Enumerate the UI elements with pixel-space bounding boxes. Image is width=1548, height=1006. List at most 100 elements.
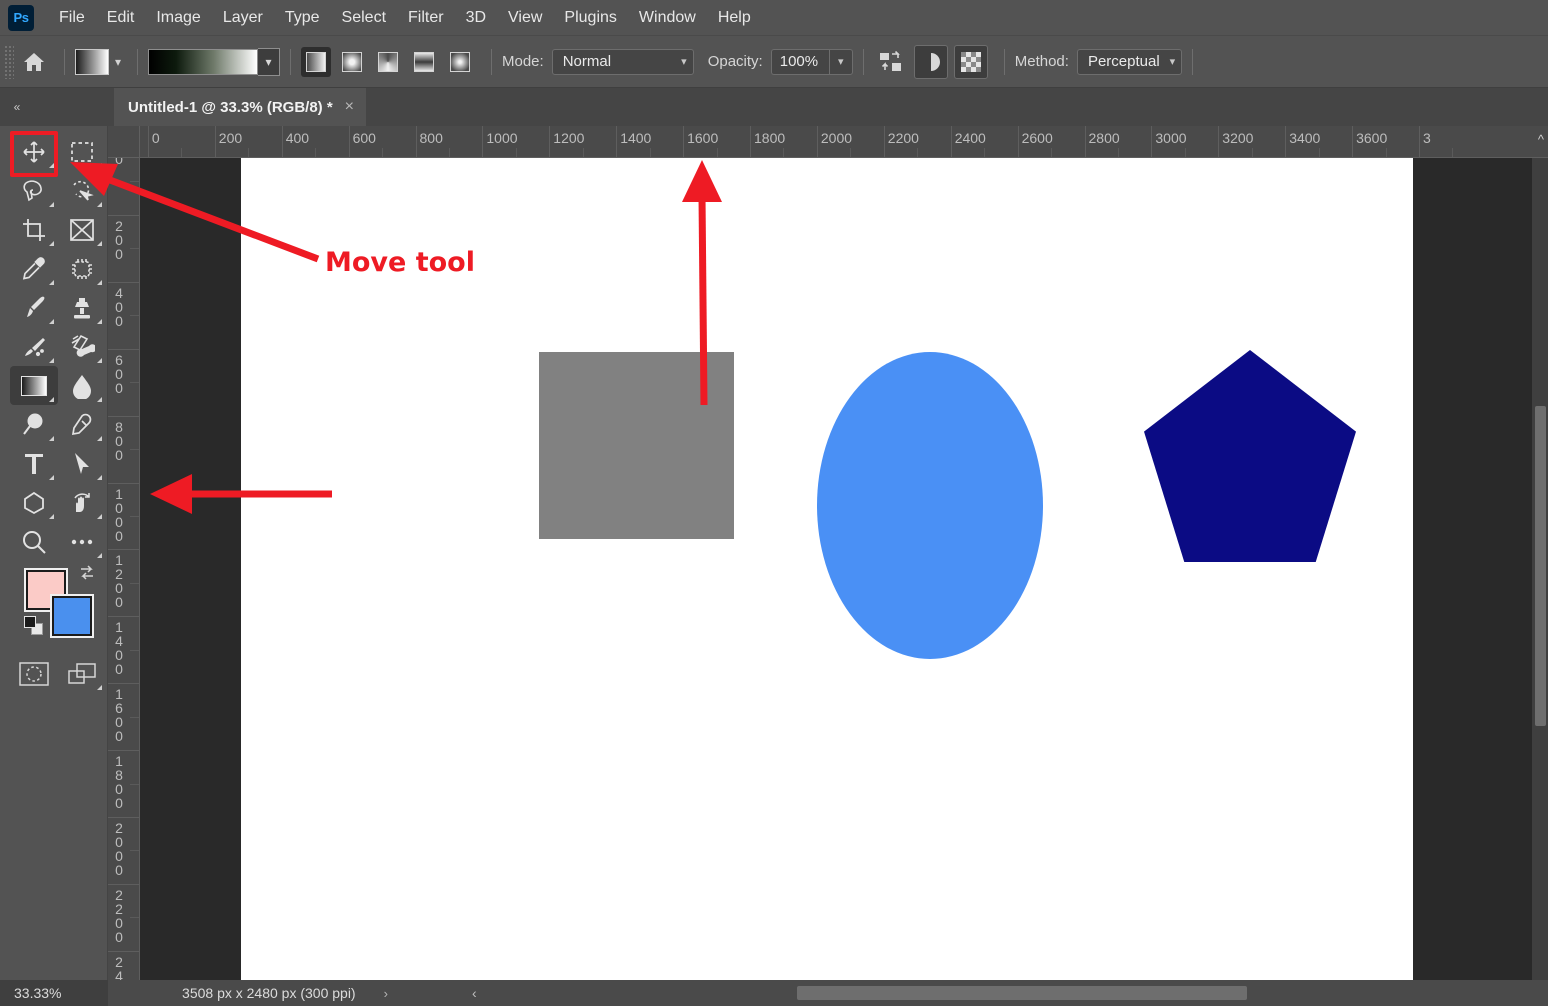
ruler-label: 1600: [683, 130, 718, 146]
document-tab[interactable]: Untitled-1 @ 33.3% (RGB/8) * ×: [114, 88, 366, 126]
menu-image[interactable]: Image: [145, 5, 211, 31]
menu-type[interactable]: Type: [274, 5, 331, 31]
frame-tool[interactable]: [58, 210, 106, 249]
eyedropper-tool[interactable]: [10, 249, 58, 288]
radial-gradient-button[interactable]: [337, 47, 367, 77]
close-icon[interactable]: ×: [345, 99, 354, 115]
method-select[interactable]: Perceptual ▾: [1077, 49, 1182, 75]
ruler-corner[interactable]: [108, 126, 140, 158]
document-dimensions[interactable]: 3508 px x 2480 px (300 ppi) ›: [108, 980, 462, 1006]
menu-layer[interactable]: Layer: [212, 5, 274, 31]
method-label: Method:: [1015, 53, 1069, 70]
gradient-preset-chevron-down-icon[interactable]: ▾: [109, 49, 127, 75]
gradient-editor-swatch[interactable]: [148, 49, 258, 75]
divider: [290, 49, 291, 75]
polygon-shape-tool[interactable]: [10, 483, 58, 522]
ruler-label: 200: [215, 130, 242, 146]
edit-toolbar-more-tools[interactable]: [58, 522, 106, 561]
background-color-swatch[interactable]: [52, 596, 92, 636]
ruler-tick-minor: [516, 148, 517, 158]
blur-tool[interactable]: [58, 366, 106, 405]
menu-view[interactable]: View: [497, 5, 553, 31]
gradient-tool[interactable]: [10, 366, 58, 405]
collapse-panel-icon[interactable]: «: [6, 88, 28, 126]
scroll-left-icon[interactable]: ‹: [472, 985, 477, 1001]
clone-stamp-tool[interactable]: [58, 288, 106, 327]
document-canvas-area[interactable]: [140, 158, 1548, 980]
horizontal-ruler[interactable]: ^ 20002004006008001000120014001600180020…: [140, 126, 1548, 158]
menu-file[interactable]: File: [48, 5, 96, 31]
diamond-gradient-button[interactable]: [445, 47, 475, 77]
menu-help[interactable]: Help: [707, 5, 762, 31]
horizontal-scrollbar-thumb[interactable]: [797, 986, 1247, 1000]
ruler-tick-minor: [130, 583, 140, 584]
object-selection-tool[interactable]: [58, 171, 106, 210]
ruler-tick-minor: [130, 784, 140, 785]
reflected-gradient-button[interactable]: [409, 47, 439, 77]
rotate-view-tool[interactable]: [58, 483, 106, 522]
ruler-tick-minor: [130, 181, 140, 182]
crop-tool[interactable]: [10, 210, 58, 249]
divider: [137, 49, 138, 75]
opacity-chevron-down-icon[interactable]: ▾: [829, 49, 853, 75]
menu-select[interactable]: Select: [331, 5, 397, 31]
divider: [64, 49, 65, 75]
lasso-tool[interactable]: [10, 171, 58, 210]
photoshop-logo: Ps: [8, 5, 34, 31]
ruler-tick-minor: [984, 148, 985, 158]
move-tool[interactable]: [10, 132, 58, 171]
gradient-preset-swatch[interactable]: [75, 49, 109, 75]
opacity-input[interactable]: 100%: [771, 49, 829, 75]
vertical-scrollbar[interactable]: [1532, 158, 1548, 980]
swap-colors-icon[interactable]: [78, 564, 96, 586]
vertical-ruler[interactable]: 0200400600800100012001400160018002000220…: [108, 158, 140, 980]
ruler-tick: [108, 282, 140, 283]
status-bar: 33.33% 3508 px x 2480 px (300 ppi) ›: [0, 980, 462, 1006]
gray-square-shape[interactable]: [539, 352, 734, 539]
rectangular-marquee-tool[interactable]: [58, 132, 106, 171]
reverse-gradient-icon[interactable]: [874, 45, 908, 79]
menu-plugins[interactable]: Plugins: [553, 5, 627, 31]
ruler-tick-minor: [130, 717, 140, 718]
canvas[interactable]: [241, 158, 1413, 980]
dither-icon[interactable]: [914, 45, 948, 79]
chevron-up-icon[interactable]: ^: [1538, 132, 1544, 147]
angle-gradient-button[interactable]: [373, 47, 403, 77]
gradient-picker-chevron-down-icon[interactable]: ▾: [258, 48, 280, 76]
pen-tool[interactable]: [58, 405, 106, 444]
vertical-scrollbar-thumb[interactable]: [1535, 406, 1546, 726]
spot-healing-brush-tool[interactable]: [58, 249, 106, 288]
menu-3d[interactable]: 3D: [455, 5, 497, 31]
horizontal-scrollbar[interactable]: ‹: [462, 980, 1548, 1006]
menu-edit[interactable]: Edit: [96, 5, 146, 31]
transparency-checker-icon[interactable]: [954, 45, 988, 79]
horizontal-type-tool[interactable]: [10, 444, 58, 483]
tools-panel: [0, 126, 108, 980]
menu-window[interactable]: Window: [628, 5, 707, 31]
ruler-tick-minor: [1386, 148, 1387, 158]
brush-tool[interactable]: [10, 288, 58, 327]
ruler-tick-minor: [1319, 148, 1320, 158]
blue-ellipse-shape[interactable]: [817, 352, 1043, 659]
ruler-tick: [108, 817, 140, 818]
ruler-tick-minor: [130, 650, 140, 651]
chevron-down-icon: ▾: [681, 55, 687, 68]
linear-gradient-button[interactable]: [301, 47, 331, 77]
home-icon[interactable]: [14, 50, 54, 74]
ruler-label: 3600: [1352, 130, 1387, 146]
ruler-tick-minor: [717, 148, 718, 158]
dodge-tool[interactable]: [10, 405, 58, 444]
blend-mode-select[interactable]: Normal ▾: [552, 49, 694, 75]
quick-mask-icon[interactable]: [10, 654, 58, 693]
navy-pentagon-shape[interactable]: [1144, 350, 1356, 562]
eraser-tool[interactable]: [58, 327, 106, 366]
default-colors-icon[interactable]: [24, 616, 46, 638]
expand-status-icon[interactable]: ›: [384, 986, 388, 1001]
path-selection-tool[interactable]: [58, 444, 106, 483]
options-bar-grip[interactable]: [4, 45, 14, 79]
screen-mode-icon[interactable]: [58, 654, 106, 693]
zoom-level[interactable]: 33.33%: [0, 985, 108, 1001]
zoom-tool[interactable]: [10, 522, 58, 561]
history-brush-tool[interactable]: [10, 327, 58, 366]
menu-filter[interactable]: Filter: [397, 5, 455, 31]
